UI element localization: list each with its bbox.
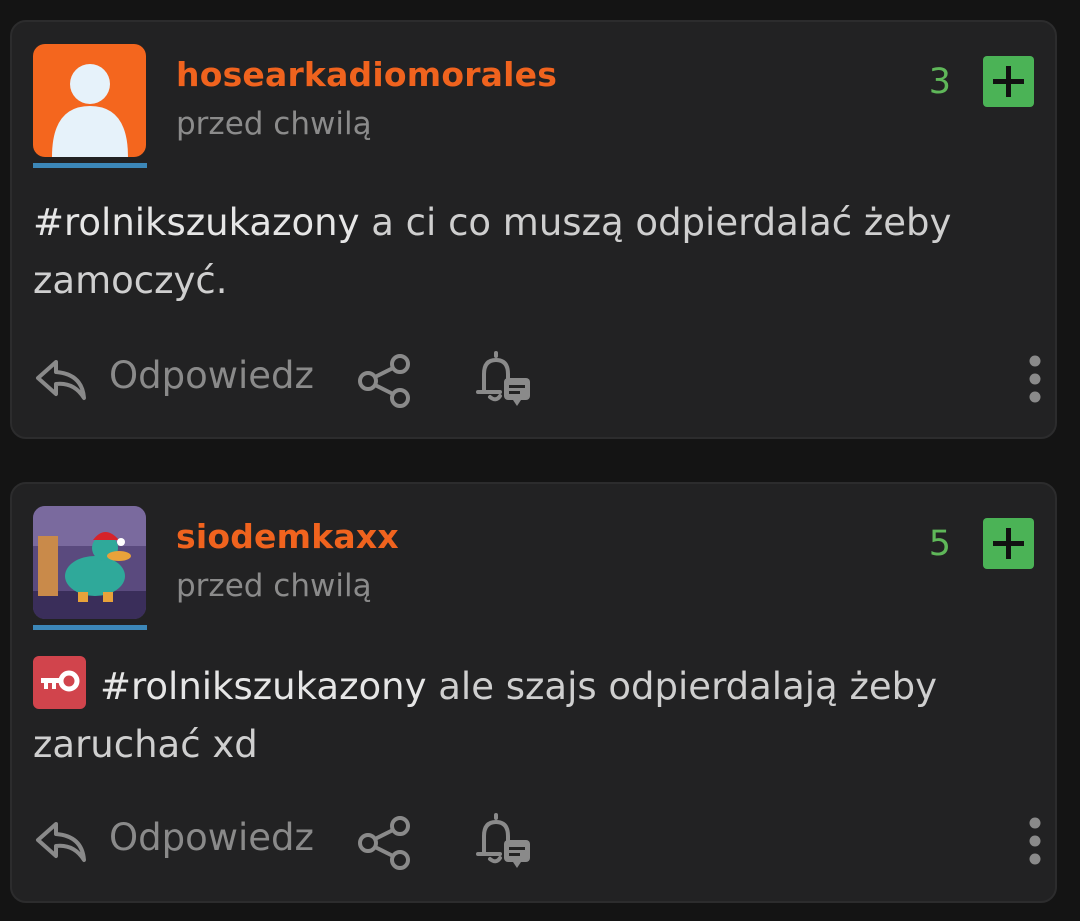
avatar-underline — [33, 163, 147, 168]
hashtag-link[interactable]: #rolnikszukazony — [100, 665, 426, 708]
vote-count: 5 — [928, 524, 951, 564]
reply-icon[interactable] — [34, 816, 90, 866]
post-body: #rolnikszukazony a ci co muszą odpierdal… — [33, 194, 1033, 310]
reply-icon[interactable] — [34, 354, 90, 404]
notification-bell-icon[interactable] — [470, 812, 534, 870]
avatar[interactable] — [33, 506, 146, 619]
plus-icon — [993, 528, 1024, 559]
hashtag-link[interactable]: #rolnikszukazony — [33, 201, 359, 244]
post-body: #rolnikszukazony ale szajs odpierdalają … — [33, 656, 1033, 774]
avatar[interactable] — [33, 44, 146, 157]
share-icon[interactable] — [354, 352, 414, 410]
share-icon[interactable] — [354, 814, 414, 872]
post-time: przed chwilą — [176, 106, 372, 142]
post-actions: Odpowiedz — [12, 350, 1055, 410]
username[interactable]: hosearkadiomorales — [176, 55, 557, 94]
post-card: siodemkaxx przed chwilą 5 #rolnikszukazo… — [10, 482, 1057, 903]
upvote-button[interactable] — [983, 518, 1034, 569]
more-options-icon[interactable] — [1027, 816, 1043, 866]
upvote-button[interactable] — [983, 56, 1034, 107]
more-options-icon[interactable] — [1027, 354, 1043, 404]
reply-button[interactable]: Odpowiedz — [109, 816, 314, 859]
notification-bell-icon[interactable] — [470, 350, 534, 408]
reply-button[interactable]: Odpowiedz — [109, 354, 314, 397]
plus-icon — [993, 66, 1024, 97]
username[interactable]: siodemkaxx — [176, 517, 399, 556]
post-actions: Odpowiedz — [12, 812, 1055, 872]
post-time: przed chwilą — [176, 568, 372, 604]
vote-count: 3 — [928, 62, 951, 102]
key-icon — [33, 656, 86, 709]
post-card: hosearkadiomorales przed chwilą 3 #rolni… — [10, 20, 1057, 439]
avatar-underline — [33, 625, 147, 630]
